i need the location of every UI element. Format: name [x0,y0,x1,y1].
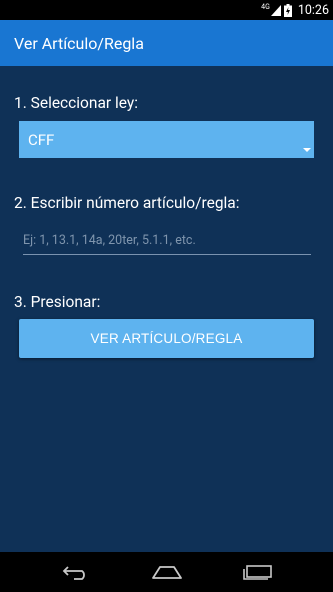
page-title: Ver Artículo/Regla [14,33,144,53]
article-input-wrapper [23,228,311,255]
navigation-bar [0,552,333,592]
home-button[interactable] [147,557,187,587]
back-icon [62,566,85,580]
law-select[interactable]: CFF [19,121,314,158]
signal-icon [270,4,281,16]
app-bar: Ver Artículo/Regla [0,20,333,66]
step2-label: 2. Escribir número artículo/regla: [14,194,240,212]
view-article-button[interactable]: VER ARTÍCULO/REGLA [19,319,314,358]
step3-label: 3. Presionar: [14,293,101,311]
recent-apps-button[interactable] [238,557,278,587]
dropdown-arrow-icon [303,148,311,152]
law-select-value: CFF [28,130,55,149]
main-content: 1. Seleccionar ley: CFF 2. Escribir núme… [0,66,333,552]
home-icon [151,566,182,579]
status-icons: 4G [261,2,292,17]
battery-icon [283,3,292,17]
clock: 10:26 [297,2,329,18]
article-number-input[interactable] [23,228,311,252]
network-type-label: 4G [261,2,270,11]
back-button[interactable] [56,557,96,587]
step1-label: 1. Seleccionar ley: [14,94,138,112]
status-bar: 4G 10:26 [0,0,333,20]
recent-apps-icon [242,565,272,580]
